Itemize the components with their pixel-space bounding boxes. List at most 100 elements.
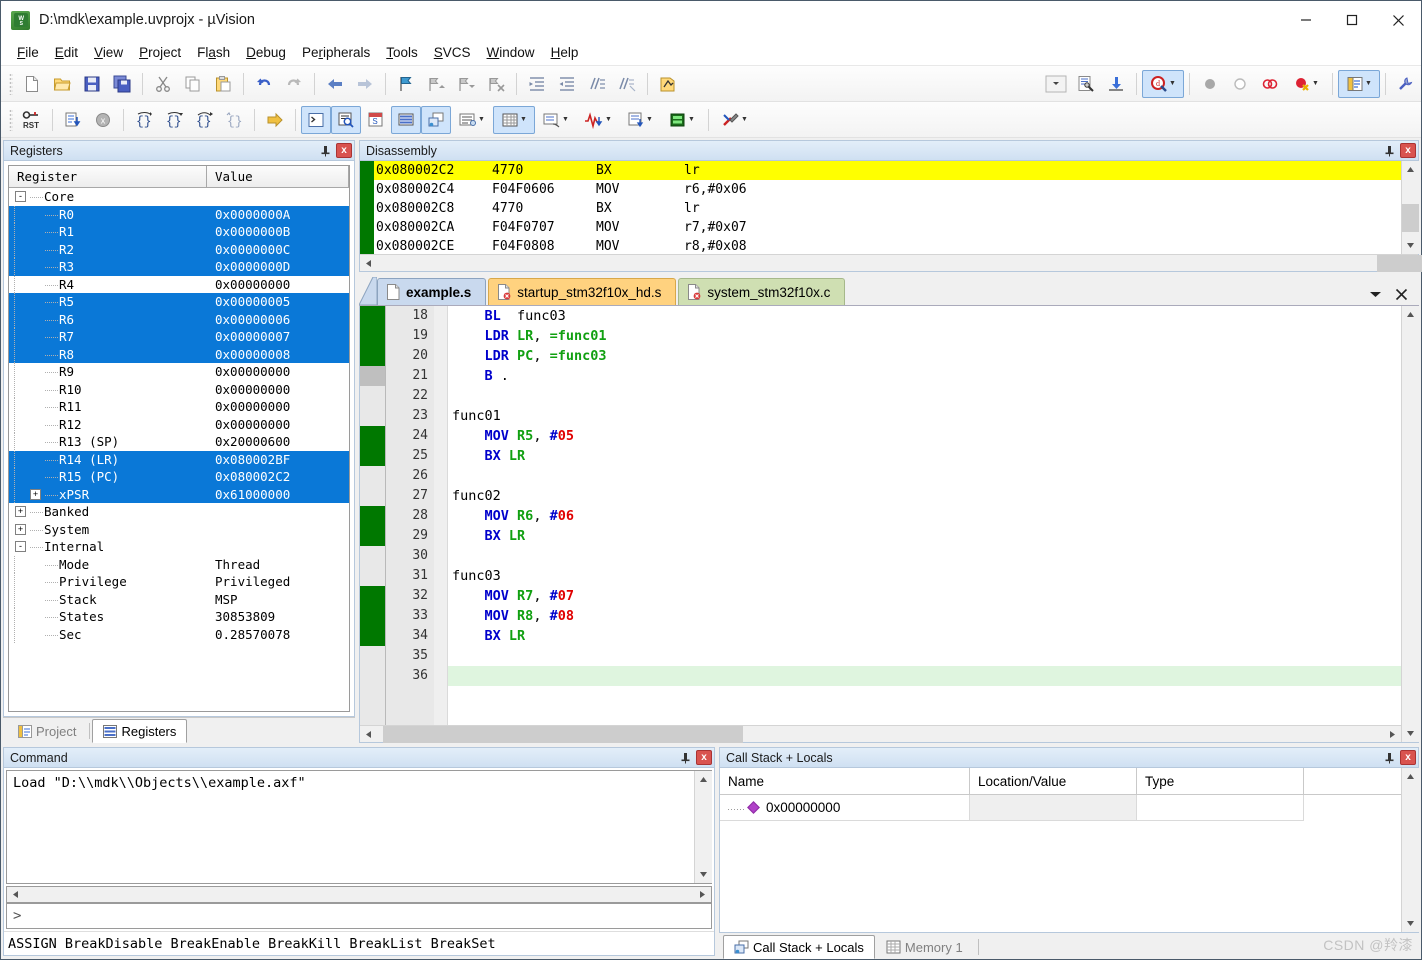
build-icon[interactable]	[653, 70, 683, 98]
register-row[interactable]: + Banked	[9, 503, 349, 521]
register-value[interactable]: 0x0000000B	[207, 224, 349, 239]
breakpoint-disabled-icon[interactable]	[1195, 70, 1225, 98]
register-value[interactable]: 0x00000005	[207, 294, 349, 309]
breakpoint-marker[interactable]	[360, 386, 385, 406]
register-row[interactable]: R8 0x00000008	[9, 345, 349, 363]
scroll-right-icon[interactable]	[1384, 726, 1401, 743]
watch-windows-icon[interactable]: ▼	[451, 106, 493, 134]
register-row[interactable]: - Internal	[9, 538, 349, 556]
close-icon[interactable]: x	[1400, 143, 1416, 158]
outdent-icon[interactable]	[552, 70, 582, 98]
configure-target-icon[interactable]	[1071, 70, 1101, 98]
call-stack-vscrollbar[interactable]	[1401, 768, 1419, 932]
call-stack-row[interactable]: 0x00000000	[720, 795, 1401, 821]
register-row[interactable]: R5 0x00000005	[9, 293, 349, 311]
dock-tab-registers[interactable]: Registers	[92, 719, 188, 743]
bookmark-toggle-icon[interactable]	[391, 70, 421, 98]
breakpoint-marker[interactable]	[360, 346, 385, 366]
menu-window[interactable]: Window	[479, 42, 543, 63]
command-hscrollbar[interactable]	[6, 886, 712, 903]
scroll-left-icon[interactable]	[360, 255, 377, 272]
call-stack-rows[interactable]: 0x00000000	[720, 795, 1401, 821]
register-row[interactable]: Sec 0.28570078	[9, 625, 349, 643]
breakpoint-marker[interactable]	[360, 406, 385, 426]
register-value[interactable]: Privileged	[207, 574, 349, 589]
breakpoint-marker[interactable]	[360, 366, 385, 386]
scroll-up-icon[interactable]	[1401, 768, 1419, 785]
close-icon[interactable]	[1391, 283, 1411, 305]
code-line[interactable]: MOV R6, #06	[448, 506, 1401, 526]
register-value[interactable]: MSP	[207, 592, 349, 607]
register-row[interactable]: Mode Thread	[9, 555, 349, 573]
register-value[interactable]: 0x00000000	[207, 364, 349, 379]
disassembly-line[interactable]: 0x080002CE F04F0808 MOV r8,#0x08	[374, 237, 1401, 254]
breakpoint-marker[interactable]	[360, 626, 385, 646]
register-row[interactable]: R12 0x00000000	[9, 415, 349, 433]
scroll-down-icon[interactable]	[1401, 725, 1419, 742]
register-row[interactable]: R11 0x00000000	[9, 398, 349, 416]
cut-icon[interactable]	[148, 70, 178, 98]
csl-col-name[interactable]: Name	[720, 768, 970, 795]
close-button[interactable]	[1375, 1, 1421, 39]
analysis-windows-icon[interactable]: ▼	[577, 106, 619, 134]
register-value[interactable]: Thread	[207, 557, 349, 572]
code-line[interactable]	[448, 466, 1401, 486]
pin-icon[interactable]	[677, 750, 694, 766]
register-row[interactable]: R3 0x0000000D	[9, 258, 349, 276]
code-line[interactable]: MOV R8, #08	[448, 606, 1401, 626]
chevron-down-icon[interactable]	[1365, 283, 1385, 305]
scroll-left-icon[interactable]	[7, 886, 24, 903]
scroll-down-icon[interactable]	[1401, 237, 1419, 254]
scroll-right-icon[interactable]	[694, 886, 711, 903]
register-value[interactable]: 0.28570078	[207, 627, 349, 642]
scroll-up-icon[interactable]	[1401, 306, 1419, 323]
register-value[interactable]: 0x00000006	[207, 312, 349, 327]
code-line[interactable]: BX LR	[448, 526, 1401, 546]
register-row[interactable]: R0 0x0000000A	[9, 205, 349, 223]
symbols-window-icon[interactable]: S	[361, 106, 391, 134]
bookmark-clear-icon[interactable]	[481, 70, 511, 98]
tree-expander-icon[interactable]: +	[15, 506, 26, 518]
code-line[interactable]: B .	[448, 366, 1401, 386]
breakpoint-marker[interactable]	[360, 486, 385, 506]
register-row[interactable]: R7 0x00000007	[9, 328, 349, 346]
menu-project[interactable]: Project	[131, 42, 189, 63]
editor-tab-system-stm32f10x-c[interactable]: system_stm32f10x.c	[678, 278, 846, 305]
breakpoint-marker[interactable]	[360, 306, 385, 326]
registers-col-value[interactable]: Value	[207, 166, 349, 188]
code-line[interactable]: BX LR	[448, 446, 1401, 466]
bottom-tab-memory-1[interactable]: Memory 1	[875, 935, 974, 959]
disassembly-line[interactable]: 0x080002C4 F04F0606 MOV r6,#0x06	[374, 180, 1401, 199]
register-value[interactable]: 0x00000008	[207, 347, 349, 362]
disassembly-line[interactable]: 0x080002C2 4770 BX lr	[374, 161, 1401, 180]
register-row[interactable]: R2 0x0000000C	[9, 240, 349, 258]
register-value[interactable]: 0x00000000	[207, 277, 349, 292]
open-file-icon[interactable]	[47, 70, 77, 98]
register-value[interactable]: 0x20000600	[207, 434, 349, 449]
minimize-button[interactable]	[1283, 1, 1329, 39]
debug-toolbar-grip[interactable]	[9, 108, 13, 131]
code-line[interactable]	[448, 646, 1401, 666]
breakpoint-marker[interactable]	[360, 426, 385, 446]
code-line[interactable]: MOV R5, #05	[448, 426, 1401, 446]
code-line[interactable]	[448, 386, 1401, 406]
call-stack-type-cell[interactable]	[1137, 795, 1304, 821]
bookmark-next-icon[interactable]	[451, 70, 481, 98]
editor-tab-startup-stm32f10x-hd-s[interactable]: startup_stm32f10x_hd.s	[488, 278, 677, 305]
redo-icon[interactable]	[279, 70, 309, 98]
breakpoint-marker[interactable]	[360, 666, 385, 686]
breakpoint-marker[interactable]	[360, 646, 385, 666]
new-file-icon[interactable]	[17, 70, 47, 98]
system-viewer-icon[interactable]: ▼	[661, 106, 703, 134]
project-window-icon[interactable]: ▼	[1338, 69, 1380, 98]
dock-tab-project[interactable]: Project	[7, 719, 87, 743]
editor-code-text[interactable]: BL func03 LDR LR, =func01 LDR PC, =func0…	[448, 306, 1401, 725]
editor-hscrollbar[interactable]	[360, 725, 1401, 743]
code-line[interactable]	[448, 666, 1401, 686]
tree-expander-icon[interactable]: +	[30, 488, 41, 500]
scroll-up-icon[interactable]	[694, 771, 712, 788]
code-line[interactable]: BX LR	[448, 626, 1401, 646]
register-row[interactable]: - Core	[9, 188, 349, 206]
register-value[interactable]: 0x0000000D	[207, 259, 349, 274]
toolbar-grip[interactable]	[9, 72, 13, 95]
